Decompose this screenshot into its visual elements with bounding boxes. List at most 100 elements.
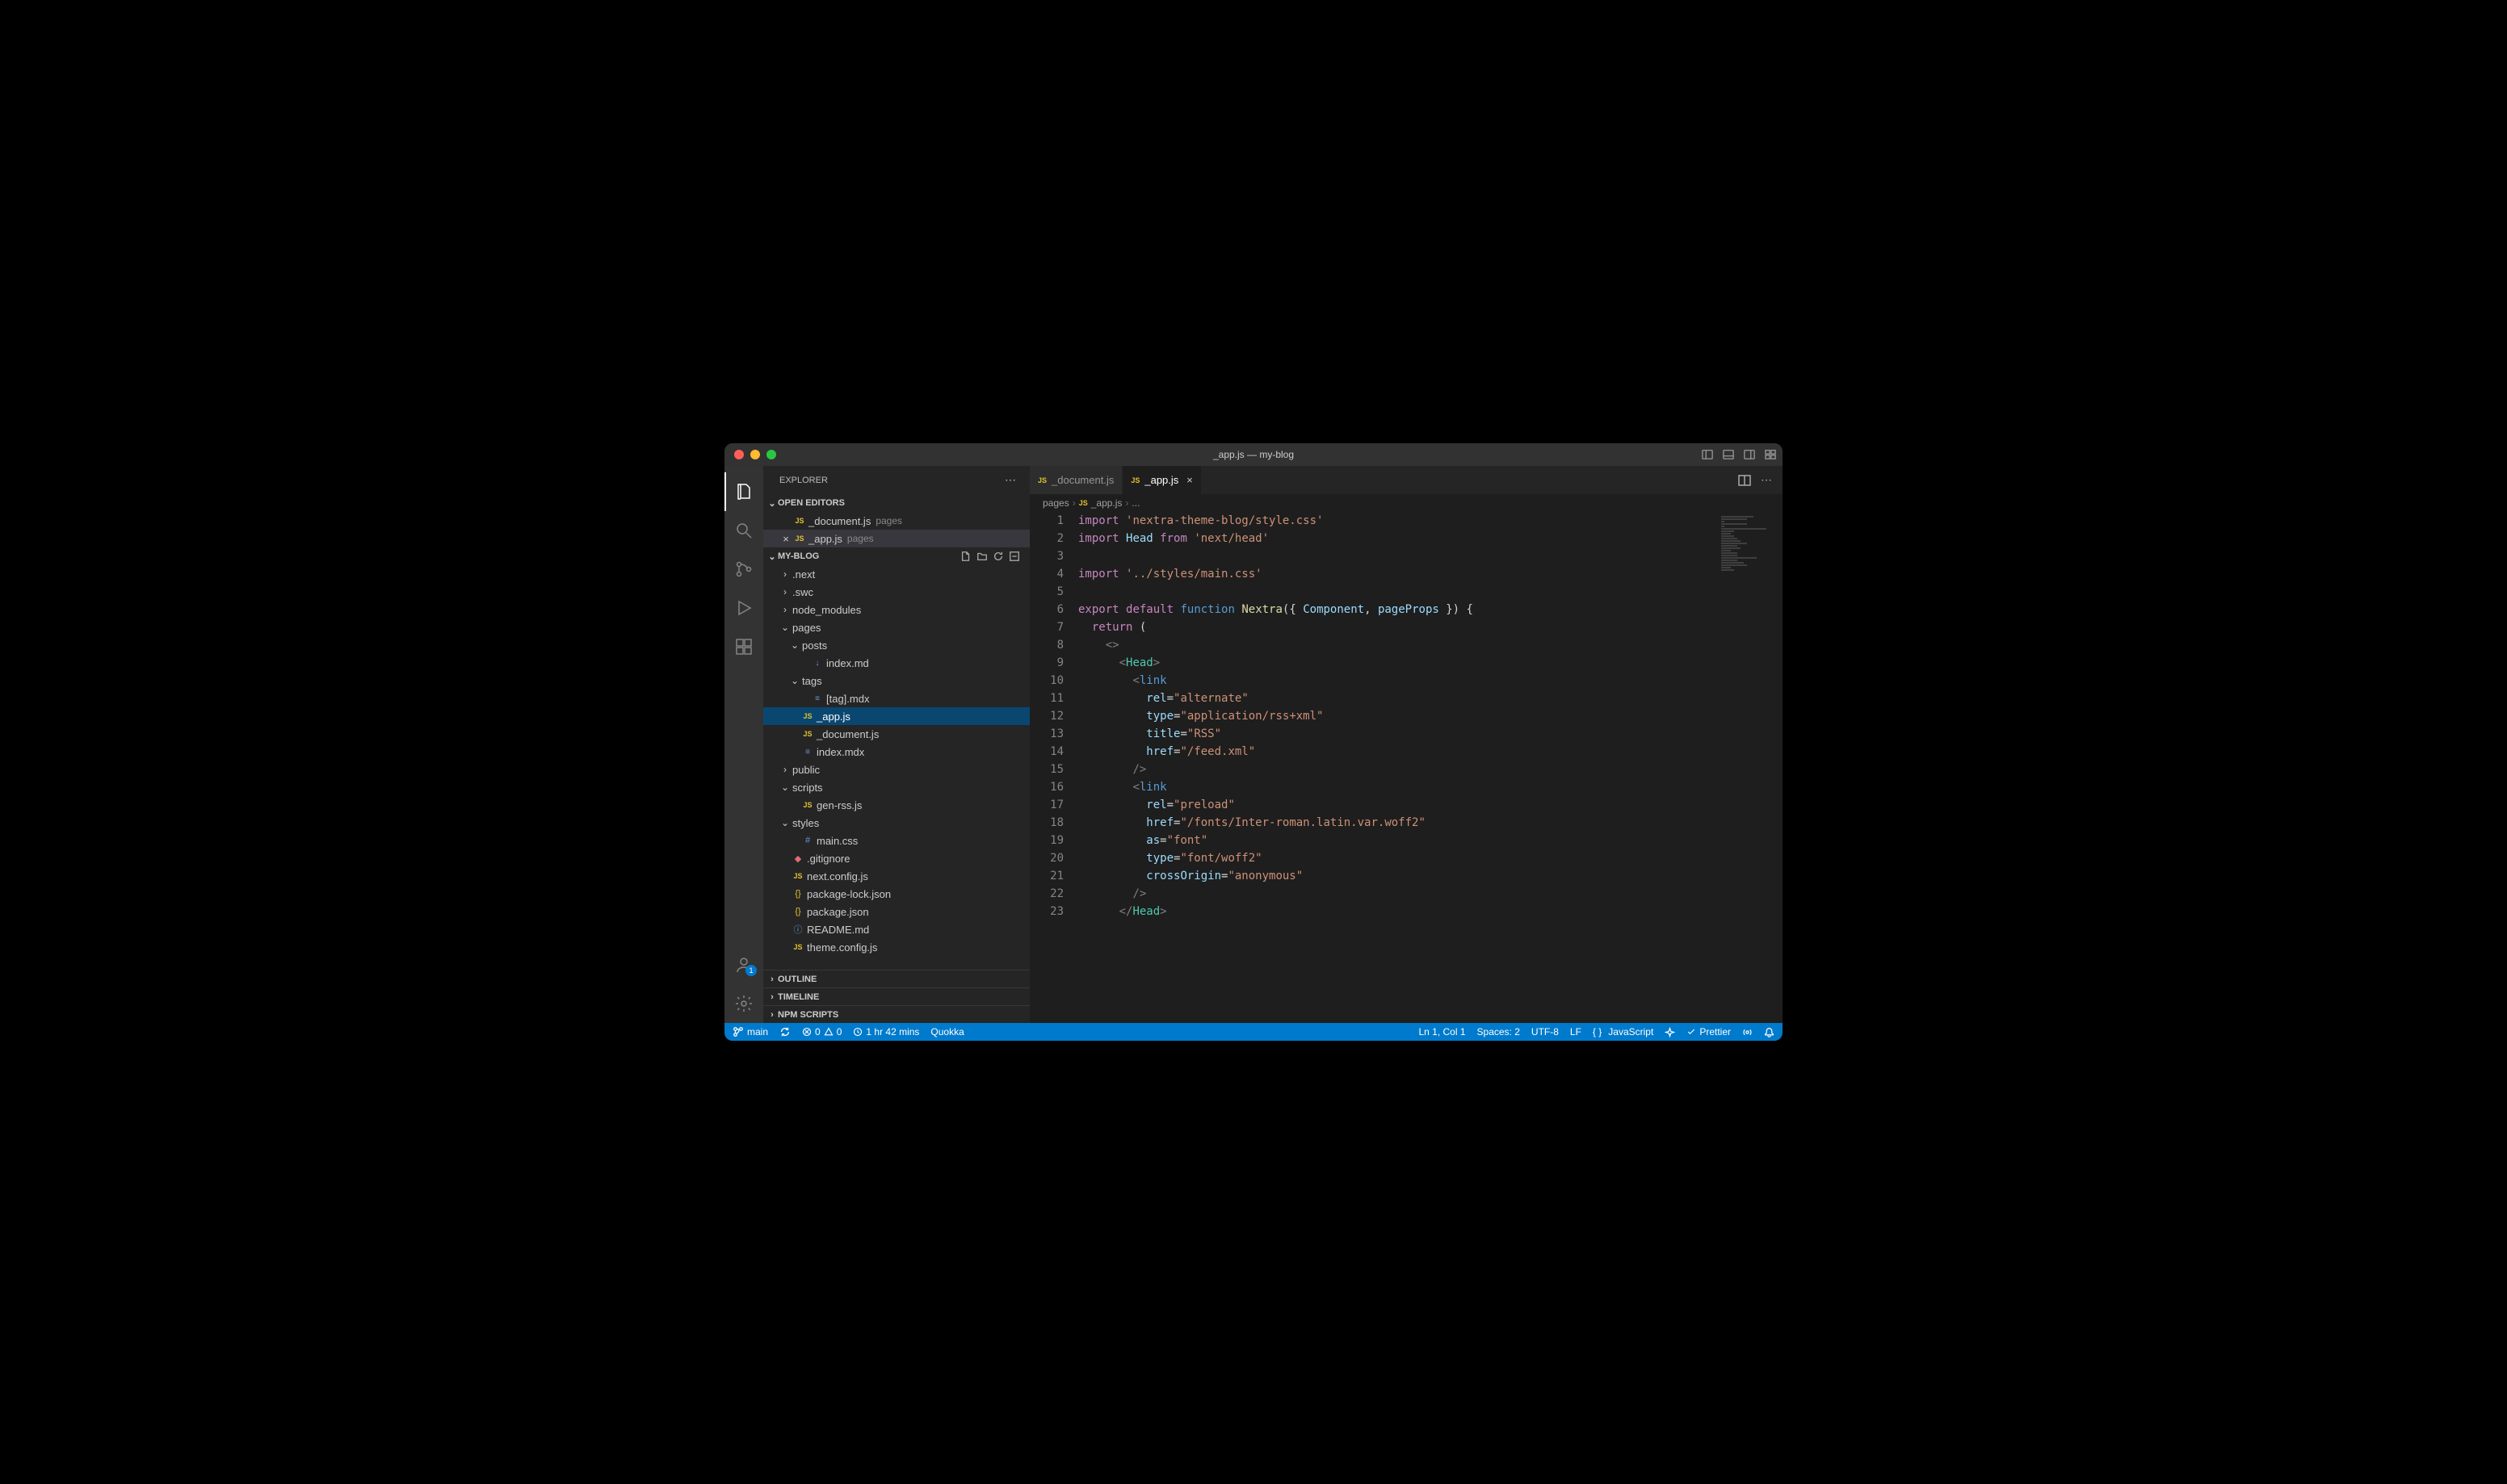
gear-icon — [734, 994, 754, 1013]
panel-layout-icon[interactable] — [1702, 449, 1713, 460]
folder-item[interactable]: ⌄pages — [763, 618, 1030, 636]
file-item[interactable]: JSnext.config.js — [763, 867, 1030, 885]
split-editor-icon[interactable] — [1738, 474, 1751, 487]
folder-item[interactable]: ⌄styles — [763, 814, 1030, 832]
file-item[interactable]: JS_app.js — [763, 707, 1030, 725]
section-npm-scripts[interactable]: › NPM SCRIPTS — [763, 1005, 1030, 1023]
folder-item[interactable]: ⌄scripts — [763, 778, 1030, 796]
section-open-editors[interactable]: ⌄ OPEN EDITORS — [763, 494, 1030, 512]
breadcrumb[interactable]: pages › JS _app.js › ... — [1030, 494, 1783, 512]
status-tabnine[interactable] — [1665, 1027, 1675, 1038]
activity-explorer[interactable] — [724, 472, 763, 511]
chevron-icon: › — [779, 568, 791, 580]
window-close-icon[interactable] — [734, 450, 744, 459]
activity-debug[interactable] — [724, 589, 763, 627]
file-item[interactable]: JS_document.js — [763, 725, 1030, 743]
close-icon[interactable]: × — [1186, 474, 1193, 486]
window-minimize-icon[interactable] — [750, 450, 760, 459]
new-file-icon[interactable] — [960, 551, 972, 562]
section-project[interactable]: ⌄ MY-BLOG — [763, 547, 1030, 565]
open-editors-label: OPEN EDITORS — [778, 498, 845, 508]
folder-item[interactable]: ›.next — [763, 565, 1030, 583]
file-item[interactable]: ⓘREADME.md — [763, 920, 1030, 938]
breadcrumb-seg[interactable]: ... — [1132, 497, 1140, 509]
editor-tab[interactable]: JS_app.js× — [1123, 466, 1202, 494]
editor-more-icon[interactable]: ⋯ — [1761, 473, 1773, 487]
section-timeline[interactable]: › TIMELINE — [763, 987, 1030, 1005]
titlebar-actions — [1702, 449, 1776, 460]
error-icon — [802, 1027, 812, 1037]
file-item[interactable]: ≡index.mdx — [763, 743, 1030, 761]
status-language[interactable]: { }JavaScript — [1593, 1026, 1653, 1038]
section-outline[interactable]: › OUTLINE — [763, 970, 1030, 987]
folder-label: .swc — [792, 586, 813, 598]
new-folder-icon[interactable] — [976, 551, 988, 562]
tabs: JS_document.jsJS_app.js× ⋯ — [1030, 466, 1783, 494]
status-notifications[interactable] — [1764, 1027, 1774, 1038]
activity-accounts[interactable]: 1 — [724, 945, 763, 984]
status-feedback[interactable] — [1742, 1027, 1753, 1038]
status-sync[interactable] — [779, 1026, 791, 1038]
status-encoding[interactable]: UTF-8 — [1531, 1026, 1559, 1038]
sidebar-more-icon[interactable]: ⋯ — [1005, 473, 1017, 487]
chevron-icon: › — [779, 586, 791, 597]
status-time[interactable]: 1 hr 42 mins — [853, 1026, 919, 1038]
chevron-right-icon: › — [766, 1010, 778, 1020]
folder-item[interactable]: ›.swc — [763, 583, 1030, 601]
code-content[interactable]: import 'nextra-theme-blog/style.css'impo… — [1078, 512, 1783, 1023]
breadcrumb-seg[interactable]: pages — [1043, 497, 1069, 509]
bell-icon — [1764, 1027, 1774, 1038]
open-editor-item[interactable]: ×JS_app.jspages — [763, 530, 1030, 547]
titlebar: _app.js — my-blog — [724, 443, 1783, 466]
minimap[interactable] — [1718, 512, 1783, 1023]
status-quokka[interactable]: Quokka — [930, 1026, 964, 1038]
status-eol[interactable]: LF — [1570, 1026, 1581, 1038]
status-branch[interactable]: main — [733, 1026, 768, 1038]
panel-right-icon[interactable] — [1744, 449, 1755, 460]
status-problems[interactable]: 0 0 — [802, 1026, 842, 1038]
editor-body[interactable]: 1234567891011121314151617181920212223 im… — [1030, 512, 1783, 1023]
editor-tab[interactable]: JS_document.js — [1030, 466, 1123, 494]
chevron-icon: ⌄ — [789, 639, 800, 651]
sidebar-header: EXPLORER ⋯ — [763, 466, 1030, 494]
file-label: _document.js — [808, 515, 871, 527]
status-spaces[interactable]: Spaces: 2 — [1477, 1026, 1520, 1038]
file-item[interactable]: ↓index.md — [763, 654, 1030, 672]
file-item[interactable]: {}package-lock.json — [763, 885, 1030, 903]
folder-item[interactable]: ›node_modules — [763, 601, 1030, 618]
customize-layout-icon[interactable] — [1765, 449, 1776, 460]
open-editor-item[interactable]: JS_document.jspages — [763, 512, 1030, 530]
chevron-icon: › — [779, 604, 791, 615]
mdx-icon: ≡ — [810, 694, 825, 703]
file-label: _document.js — [817, 728, 879, 740]
file-label: _app.js — [817, 711, 850, 723]
chevron-down-icon: ⌄ — [766, 551, 778, 562]
file-item[interactable]: ◆.gitignore — [763, 849, 1030, 867]
file-item[interactable]: ≡[tag].mdx — [763, 690, 1030, 707]
panel-bottom-icon[interactable] — [1723, 449, 1734, 460]
breadcrumb-seg[interactable]: _app.js — [1091, 497, 1123, 509]
sync-icon — [779, 1026, 791, 1038]
folder-label: tags — [802, 675, 822, 687]
status-cursor[interactable]: Ln 1, Col 1 — [1418, 1026, 1465, 1038]
file-item[interactable]: JStheme.config.js — [763, 938, 1030, 956]
activity-bar: 1 — [724, 466, 763, 1023]
file-item[interactable]: #main.css — [763, 832, 1030, 849]
status-prettier[interactable]: Prettier — [1686, 1026, 1731, 1038]
close-icon[interactable]: × — [779, 533, 792, 545]
folder-item[interactable]: ›public — [763, 761, 1030, 778]
activity-settings[interactable] — [724, 984, 763, 1023]
md-icon: ↓ — [810, 659, 825, 668]
collapse-icon[interactable] — [1009, 551, 1020, 562]
folder-item[interactable]: ⌄posts — [763, 636, 1030, 654]
refresh-icon[interactable] — [993, 551, 1004, 562]
file-item[interactable]: {}package.json — [763, 903, 1030, 920]
chevron-icon: ⌄ — [789, 675, 800, 686]
activity-scm[interactable] — [724, 550, 763, 589]
window-maximize-icon[interactable] — [766, 450, 776, 459]
warning-icon — [824, 1027, 834, 1037]
activity-search[interactable] — [724, 511, 763, 550]
file-item[interactable]: JSgen-rss.js — [763, 796, 1030, 814]
activity-extensions[interactable] — [724, 627, 763, 666]
folder-item[interactable]: ⌄tags — [763, 672, 1030, 690]
